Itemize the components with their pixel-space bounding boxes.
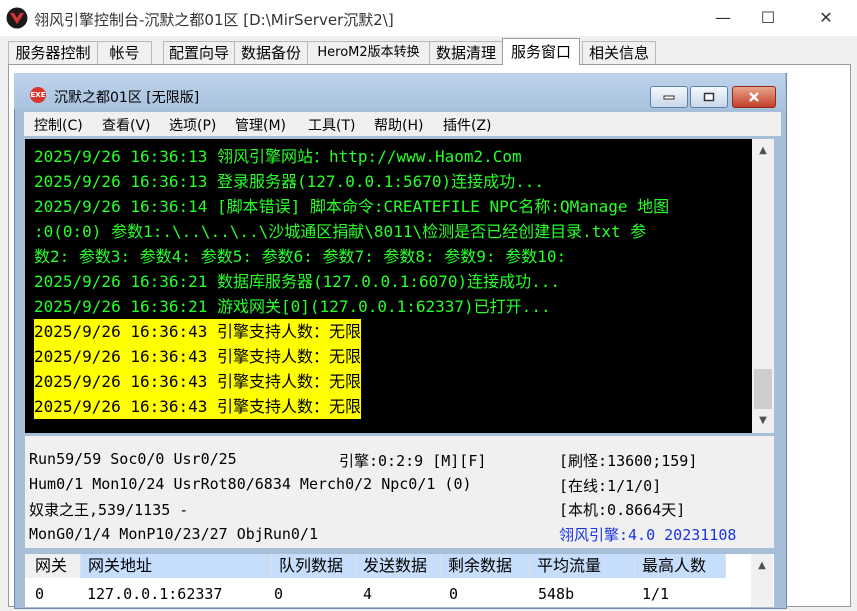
log-console[interactable]: 2025/9/26 16:36:13 翎风引擎网站：http://www.Hao… xyxy=(25,139,752,433)
console-scrollbar[interactable]: ▲ ▼ xyxy=(752,139,774,433)
gateway-table: 网关 网关地址 队列数据 发送数据 剩余数据 平均流量 最高人数 0 127.0… xyxy=(25,554,774,607)
menu-plugins[interactable]: 插件(Z) xyxy=(443,115,492,135)
cell-traffic: 548b xyxy=(538,585,575,603)
table-row[interactable]: 0 127.0.0.1:62337 0 4 0 548b 1/1 xyxy=(25,582,726,606)
scroll-thumb[interactable] xyxy=(754,369,772,409)
status-mon: MonG0/1/4 MonP10/23/27 ObjRun0/1 xyxy=(29,525,318,543)
status-king: 奴隶之王,539/1135 - xyxy=(29,501,189,519)
cell-queue: 0 xyxy=(274,585,284,603)
col-avg-traffic[interactable]: 平均流量 xyxy=(530,554,635,578)
status-local: [本机:0.8664天] xyxy=(559,501,686,519)
minimize-button[interactable]: — xyxy=(700,0,746,34)
tab-data-backup[interactable]: 数据备份 xyxy=(234,41,308,64)
col-gateway[interactable]: 网关 xyxy=(25,554,81,578)
gateway-table-header: 网关 网关地址 队列数据 发送数据 剩余数据 平均流量 最高人数 xyxy=(25,554,726,578)
menu-tools[interactable]: 工具(T) xyxy=(308,115,355,135)
status-hum: Hum0/1 Mon10/24 UsrRot80/6834 Merch0/2 N… xyxy=(29,475,472,493)
app-logo-icon xyxy=(6,7,28,29)
child-close-button[interactable] xyxy=(732,86,776,108)
col-max-users[interactable]: 最高人数 xyxy=(635,554,726,578)
exe-icon-label: EXE xyxy=(30,91,46,99)
menu-options[interactable]: 选项(P) xyxy=(169,115,216,135)
log-line: :0(0:0) 参数1:.\..\..\..\沙城通区捐献\8011\检测是否已… xyxy=(34,222,647,241)
tab-herom2-convert[interactable]: HeroM2版本转换 xyxy=(307,41,430,64)
log-line: 数2: 参数3: 参数4: 参数5: 参数6: 参数7: 参数8: 参数9: 参… xyxy=(34,247,567,266)
status-panel: Run59/59 Soc0/0 Usr0/25 引擎:0:2:9 [M][F] … xyxy=(25,436,774,548)
log-line-highlight: 2025/9/26 16:36:43 引擎支持人数：无限 xyxy=(34,394,362,419)
cell-send: 4 xyxy=(363,585,373,603)
menu-help[interactable]: 帮助(H) xyxy=(374,115,423,135)
log-line: 2025/9/26 16:36:21 数据库服务器(127.0.0.1:6070… xyxy=(34,272,561,291)
close-icon xyxy=(749,92,759,102)
window-titlebar: 翎风引擎控制台-沉默之都01区 [D:\MirServer沉默2\] — ☐ ✕ xyxy=(0,0,857,36)
scroll-down-icon[interactable]: ▼ xyxy=(752,411,774,431)
col-send-data[interactable]: 发送数据 xyxy=(356,554,441,578)
log-line-highlight: 2025/9/26 16:36:43 引擎支持人数：无限 xyxy=(34,369,362,394)
cell-address: 127.0.0.1:62337 xyxy=(87,585,223,603)
log-line: 2025/9/26 16:36:14 [脚本错误] 脚本命令:CREATEFIL… xyxy=(34,197,670,216)
tab-server-control[interactable]: 服务器控制 xyxy=(8,41,98,64)
tab-service-window[interactable]: 服务窗口 xyxy=(502,38,580,65)
restore-icon xyxy=(703,92,715,102)
tab-account[interactable]: 帐号 xyxy=(97,41,152,64)
log-line-highlight: 2025/9/26 16:36:43 引擎支持人数：无限 xyxy=(34,344,362,369)
status-monster-refresh: [刷怪:13600;159] xyxy=(559,452,698,470)
menu-view[interactable]: 查看(V) xyxy=(102,115,151,135)
table-scroll-up-icon[interactable]: ▲ xyxy=(751,556,773,576)
close-button[interactable]: ✕ xyxy=(803,0,849,34)
tab-config-wizard[interactable]: 配置向导 xyxy=(163,41,235,64)
scroll-up-icon[interactable]: ▲ xyxy=(752,141,774,161)
cell-remaining: 0 xyxy=(449,585,459,603)
log-line: 2025/9/26 16:36:13 翎风引擎网站：http://www.Hao… xyxy=(34,147,522,166)
status-run: Run59/59 Soc0/0 Usr0/25 xyxy=(29,450,237,468)
child-minimize-button[interactable] xyxy=(650,86,688,108)
child-maximize-button[interactable] xyxy=(690,86,728,108)
table-scrollbar[interactable]: ▲ xyxy=(751,554,773,607)
log-line: 2025/9/26 16:36:13 登录服务器(127.0.0.1:5670)… xyxy=(34,172,545,191)
menu-manage[interactable]: 管理(M) xyxy=(235,115,286,135)
tab-data-cleanup[interactable]: 数据清理 xyxy=(429,41,503,64)
cell-max-users: 1/1 xyxy=(642,585,670,603)
col-gateway-address[interactable]: 网关地址 xyxy=(81,554,272,578)
minimize-icon xyxy=(663,95,675,100)
menu-bar: 控制(C) 查看(V) 选项(P) 管理(M) 工具(T) 帮助(H) 插件(Z… xyxy=(24,112,781,136)
status-online: [在线:1/1/0] xyxy=(559,477,662,495)
log-line-highlight: 2025/9/26 16:36:43 引擎支持人数：无限 xyxy=(34,319,362,344)
engine-version: 翎风引擎:4.0 20231108 xyxy=(559,526,737,544)
menu-control[interactable]: 控制(C) xyxy=(34,115,83,135)
maximize-button[interactable]: ☐ xyxy=(745,0,791,34)
log-line: 2025/9/26 16:36:21 游戏网关[0](127.0.0.1:623… xyxy=(34,297,551,316)
window-title: 翎风引擎控制台-沉默之都01区 [D:\MirServer沉默2\] xyxy=(34,11,394,29)
col-remaining-data[interactable]: 剩余数据 xyxy=(441,554,530,578)
tab-related-info[interactable]: 相关信息 xyxy=(582,41,656,64)
server-window-title: 沉默之都01区 [无限版] xyxy=(54,90,200,106)
status-engine: 引擎:0:2:9 [M][F] xyxy=(339,452,487,470)
cell-gateway: 0 xyxy=(35,585,45,603)
col-queue-data[interactable]: 队列数据 xyxy=(272,554,356,578)
